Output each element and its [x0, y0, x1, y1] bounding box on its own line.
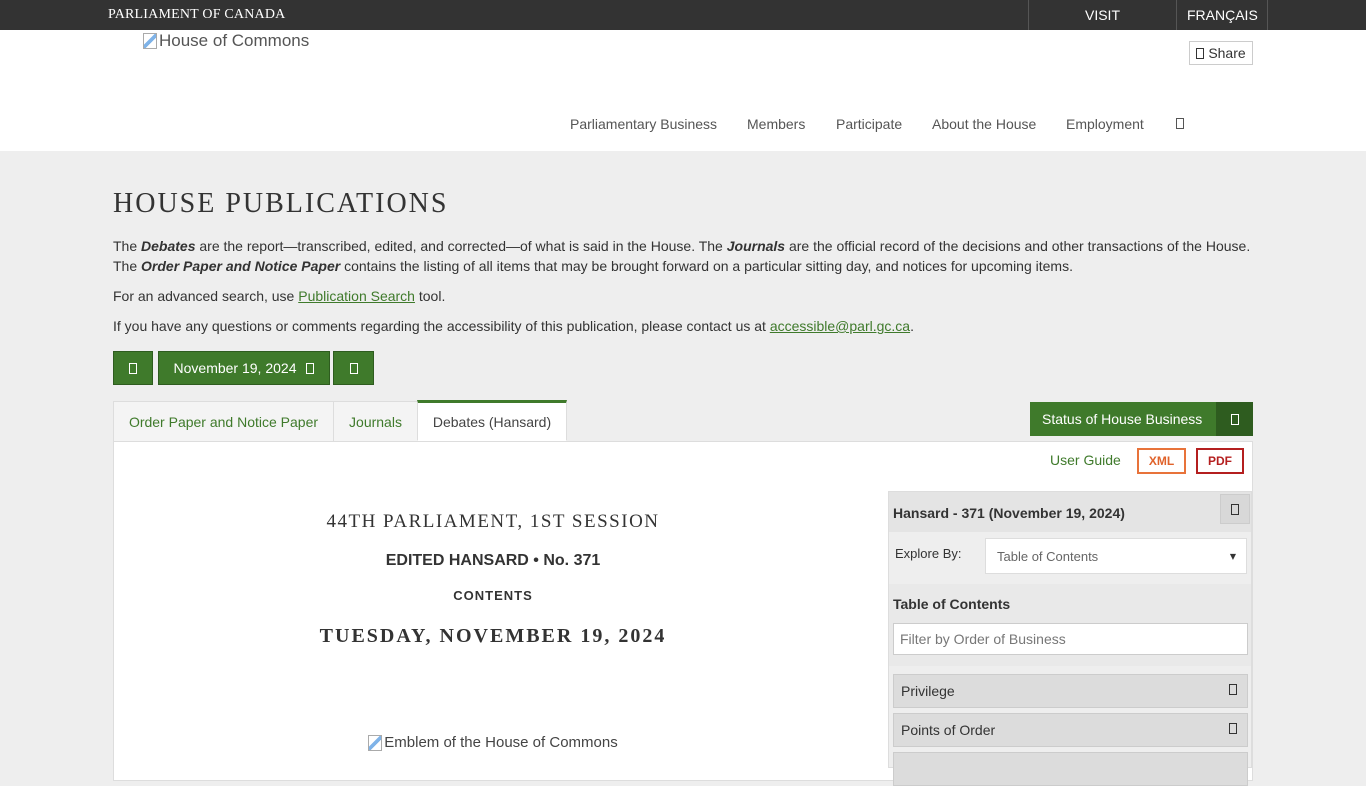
toc-section-title: Table of Contents — [893, 596, 1011, 612]
user-guide-link[interactable]: User Guide — [1050, 452, 1121, 468]
expand-icon — [1229, 684, 1237, 695]
house-of-commons-logo[interactable]: House of Commons — [143, 31, 309, 51]
calendar-icon — [306, 362, 315, 374]
debates-term: Debates — [141, 238, 196, 254]
toc-item-label: Points of Order — [901, 722, 996, 738]
chevron-left-icon — [129, 362, 137, 374]
advanced-search-line: For an advanced search, use Publication … — [113, 286, 1263, 306]
chevron-down-icon — [1230, 413, 1239, 425]
logo-alt-text: House of Commons — [159, 31, 310, 50]
toc-hansard-title: Hansard - 371 (November 19, 2024) — [893, 505, 1125, 521]
intro-text: The — [113, 238, 142, 254]
intro-text: are the official record of the decisions… — [785, 238, 1251, 254]
language-toggle-link[interactable]: FRANÇAIS — [1176, 0, 1268, 30]
journals-term: Journals — [726, 238, 786, 254]
pdf-button[interactable]: PDF — [1196, 448, 1244, 474]
publication-search-link[interactable]: Publication Search — [298, 288, 415, 304]
status-icon-wrapper — [1216, 402, 1253, 436]
status-of-house-business-button[interactable]: Status of House Business — [1030, 402, 1253, 436]
tab-debates-hansard[interactable]: Debates (Hansard) — [417, 400, 567, 441]
explore-by-label: Explore By: — [895, 546, 962, 561]
sitting-date: TUESDAY, NOVEMBER 19, 2024 — [319, 625, 667, 647]
share-button[interactable]: Share — [1189, 41, 1253, 65]
toc-item-privilege[interactable]: Privilege — [893, 674, 1248, 708]
intro-text: are the report—transcribed, edited, and … — [195, 238, 727, 254]
broken-image-icon — [143, 33, 157, 49]
intro-paragraph: The Debates are the report—transcribed, … — [113, 236, 1263, 276]
site-header: House of Commons Share Parliamentary Bus… — [0, 30, 1366, 151]
explore-by-value: Table of Contents — [997, 548, 1099, 564]
toc-item-label: Privilege — [901, 683, 955, 699]
search-line-text: For an advanced search, use — [113, 288, 299, 304]
caret-down-icon: ▼ — [1229, 552, 1236, 561]
tab-order-paper[interactable]: Order Paper and Notice Paper — [113, 401, 334, 442]
chevron-right-icon — [349, 362, 358, 374]
toc-item-points-of-order[interactable]: Points of Order — [893, 713, 1248, 747]
house-emblem: Emblem of the House of Commons — [113, 734, 873, 751]
nav-employment[interactable]: Employment — [1066, 116, 1144, 132]
parliament-of-canada-link[interactable]: PARLIAMENT OF CANADA — [108, 7, 285, 23]
nav-parliamentary-business[interactable]: Parliamentary Business — [570, 116, 717, 132]
current-date: November 19, 2024 — [173, 360, 297, 376]
collapse-icon — [1231, 503, 1239, 515]
accessible-email-link[interactable]: accessible@parl.gc.ca — [770, 318, 910, 334]
contents-heading: CONTENTS — [453, 588, 533, 603]
share-label: Share — [1208, 45, 1246, 61]
previous-date-button[interactable] — [113, 351, 153, 385]
intro-text: contains the listing of all items that m… — [340, 258, 1073, 274]
toc-collapse-button[interactable] — [1220, 494, 1250, 524]
page-title: HOUSE PUBLICATIONS — [113, 188, 449, 219]
emblem-alt-text: Emblem of the House of Commons — [384, 734, 618, 751]
order-paper-term: Order Paper and Notice Paper — [141, 258, 341, 274]
intro-text: The — [113, 258, 142, 274]
search-line-text: tool. — [414, 288, 446, 304]
nav-participate[interactable]: Participate — [836, 116, 902, 132]
share-icon — [1196, 47, 1205, 59]
toc-item-next[interactable] — [893, 752, 1248, 786]
visit-parliament-link[interactable]: VISIT PARLIAMENT — [1028, 0, 1176, 53]
tab-journals[interactable]: Journals — [333, 401, 418, 442]
toc-filter-input[interactable]: Filter by Order of Business — [893, 623, 1248, 655]
contact-line-text: If you have any questions or comments re… — [113, 318, 770, 334]
date-picker-button[interactable]: November 19, 2024 — [158, 351, 330, 385]
next-date-button[interactable] — [333, 351, 374, 385]
expand-icon — [1229, 723, 1237, 734]
contact-line-text: . — [910, 318, 914, 334]
nav-about-the-house[interactable]: About the House — [932, 116, 1036, 132]
status-button-label: Status of House Business — [1042, 411, 1203, 427]
search-icon[interactable] — [1176, 118, 1184, 129]
explore-by-select[interactable]: Table of Contents ▼ — [985, 538, 1247, 574]
hansard-number: EDITED HANSARD • No. 371 — [385, 552, 601, 569]
top-bar: PARLIAMENT OF CANADA VISIT PARLIAMENT FR… — [0, 0, 1366, 53]
accessibility-contact-line: If you have any questions or comments re… — [113, 316, 1263, 336]
table-of-contents-sidebar: Hansard - 371 (November 19, 2024) Explor… — [888, 491, 1252, 786]
xml-button[interactable]: XML — [1137, 448, 1186, 474]
broken-image-icon — [368, 734, 383, 751]
parliament-session: 44TH PARLIAMENT, 1ST SESSION — [326, 511, 660, 532]
nav-members[interactable]: Members — [747, 116, 805, 132]
